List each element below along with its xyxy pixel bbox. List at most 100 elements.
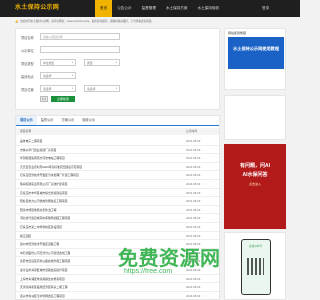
area-label: 建设地点 bbox=[21, 75, 34, 79]
table-row[interactable]: 阳泉市郊区地质灾害防治工程 2024-08-09 bbox=[16, 206, 219, 215]
unit-type-value: 单位类型 bbox=[43, 61, 55, 65]
project-title-link[interactable]: 元氏县农业农村局2024年高标准农田建设示范项目 bbox=[20, 163, 180, 172]
project-title-link[interactable]: 嘉兴市秀洲区污水管网改造工程项目 bbox=[20, 292, 180, 299]
chevron-down-icon: ▾ bbox=[71, 87, 73, 90]
table-row[interactable]: 晶体电子二期项目 2024-08-09 bbox=[16, 137, 219, 146]
sidebar-blank-box bbox=[224, 95, 286, 140]
site-logo[interactable]: 水土保持公示网 bbox=[15, 4, 60, 13]
list-tabs: 项目公示 监督公示 方案公示 验收公示 bbox=[16, 116, 219, 126]
region-label: 项目位置 bbox=[21, 88, 34, 92]
table-row[interactable]: 吉林兴华门窗业新建厂房项目 2024-08-09 bbox=[16, 146, 219, 155]
project-title-link[interactable]: 石家庄经济技术开发区污水处理厂扩建工程项目 bbox=[20, 171, 180, 180]
tutorial-banner[interactable]: 水土保持公示网使用教程 bbox=[228, 37, 284, 69]
project-title-link[interactable]: 吉林兴华门窗业新建厂房项目 bbox=[20, 146, 180, 155]
publish-date: 2024-08-09 bbox=[186, 190, 201, 195]
tutorial-title: 网站使用教程 bbox=[228, 31, 247, 35]
project-name-label: 项目名称 bbox=[21, 36, 34, 40]
reset-button[interactable]: 重置 bbox=[40, 96, 48, 102]
chevron-down-icon: ▾ bbox=[115, 61, 117, 64]
project-title-link[interactable]: 晶体电子二期项目 bbox=[20, 137, 180, 146]
chevron-down-icon: ▾ bbox=[71, 74, 73, 77]
publish-date: 2024-08-09 bbox=[186, 173, 201, 178]
publish-date: 2024-08-09 bbox=[186, 216, 201, 221]
publish-date: 2024-08-09 bbox=[186, 147, 201, 152]
project-title-link[interactable]: 华润能源集团南方河池电站工程项目 bbox=[20, 154, 180, 163]
chevron-down-icon: ▾ bbox=[115, 87, 117, 90]
table-body: 晶体电子二期项目 2024-08-09 吉林兴华门窗业新建厂房项目 2024-08-0… bbox=[16, 137, 219, 299]
nav-item-plans[interactable]: 水土保持方案 bbox=[161, 0, 193, 17]
nav-item-home[interactable]: 首页 bbox=[95, 0, 113, 17]
ai-qa-banner[interactable]: 有问题，问AI AI水保问答 点击进入 bbox=[224, 144, 286, 229]
tab-acceptance-notice[interactable]: 验收公示 bbox=[78, 116, 99, 125]
company-input[interactable] bbox=[40, 46, 120, 53]
ai-qa-headline: 有问题，问AI bbox=[239, 163, 270, 169]
table-header: 项目名称 公示时间 bbox=[16, 128, 219, 135]
table-row[interactable]: 镇江园区 2024-08-09 bbox=[16, 232, 219, 241]
login-link[interactable]: 登录 bbox=[262, 0, 269, 17]
project-title-link[interactable]: 天津滨海新区临港经济区码头二期工程 bbox=[20, 283, 180, 292]
table-row[interactable]: 嘉兴市秀洲区污水管网改造工程项目 2024-08-09 bbox=[16, 292, 219, 299]
city-value: 请选择 bbox=[87, 87, 96, 91]
search-panel: 项目名称 请输入项目名称 公示单位 项目类型 单位类型 ▾ 类型 ▾ 建设地点 请选… bbox=[15, 28, 220, 110]
publish-date: 2024-08-09 bbox=[186, 164, 201, 169]
watermark-text: 免费资源网 bbox=[118, 248, 221, 270]
province-value: 请选择 bbox=[43, 87, 52, 91]
project-title-link[interactable]: 石家庄市第二中学新校区建设项目 bbox=[20, 223, 180, 232]
nav-item-notices[interactable]: 公告公示 bbox=[112, 0, 136, 17]
project-title-link[interactable]: 上海市青浦区朱家角镇生态修复项目 bbox=[20, 275, 180, 284]
publish-date: 2024-08-09 bbox=[186, 139, 201, 143]
table-row[interactable]: 天津滨海新区临港经济区码头二期工程 2024-08-09 bbox=[16, 283, 219, 292]
table-row[interactable]: 上海市青浦区朱家角镇生态修复项目 2024-08-09 bbox=[16, 275, 219, 284]
nav-item-supervision[interactable]: 监督管理 bbox=[137, 0, 161, 17]
publish-date: 2024-08-09 bbox=[186, 285, 201, 290]
ai-qa-subheadline: AI水保问答 bbox=[242, 172, 268, 178]
type-label: 项目类型 bbox=[21, 62, 34, 66]
project-title-link[interactable]: 阳谷县热力公司供热管网改造工程项目 bbox=[20, 197, 180, 206]
tab-project-notice[interactable]: 项目公示 bbox=[16, 116, 37, 125]
table-row[interactable]: 珠海恒通实业有限公司厂房改扩建项目 2024-08-09 bbox=[16, 180, 219, 189]
project-name-input[interactable]: 请输入项目名称 bbox=[40, 33, 120, 40]
project-title-link[interactable]: 河北省行唐县城南水库除险加固工程项目 bbox=[20, 214, 180, 223]
table-row[interactable]: 河北省行唐县城南水库除险加固工程项目 2024-08-09 bbox=[16, 214, 219, 223]
publish-date: 2024-08-09 bbox=[186, 207, 201, 212]
column-date-header: 公示时间 bbox=[186, 129, 198, 133]
ai-qa-cta: 点击进入 bbox=[248, 182, 261, 186]
area-select[interactable]: 请选择 ▾ bbox=[40, 72, 76, 79]
search-button[interactable]: 立即检索 bbox=[51, 96, 75, 102]
notice-bar: 🔔 欢迎访问水土保持公示网，请牢记网址：www.xxxxxxxx.com，如有任… bbox=[15, 19, 285, 25]
publish-date: 2024-08-09 bbox=[186, 293, 201, 298]
table-row[interactable]: 石家庄经济技术开发区污水处理厂扩建工程项目 2024-08-09 bbox=[16, 171, 219, 180]
chevron-down-icon: ▾ bbox=[71, 61, 73, 64]
unit-type-select[interactable]: 单位类型 ▾ bbox=[40, 59, 76, 66]
tab-supervision-notice[interactable]: 监督公示 bbox=[37, 116, 58, 125]
table-row[interactable]: 华润能源集团南方河池电站工程项目 2024-08-09 bbox=[16, 154, 219, 163]
tutorial-box: 网站使用教程 水土保持公示网使用教程 bbox=[224, 28, 286, 90]
project-title-link[interactable]: 珠海恒通实业有限公司厂房改扩建项目 bbox=[20, 180, 180, 189]
area-value: 请选择 bbox=[43, 74, 52, 78]
project-title-link[interactable]: 石家庄市丰华区城市综合管廊建设项目 bbox=[20, 189, 180, 198]
publish-date: 2024-08-09 bbox=[186, 276, 201, 281]
table-row[interactable]: 石家庄市第二中学新校区建设项目 2024-08-09 bbox=[16, 223, 219, 232]
table-row[interactable]: 元氏县农业农村局2024年高标准农田建设示范项目 2024-08-09 bbox=[16, 163, 219, 172]
main-nav: 首页 公告公示 监督管理 水土保持方案 水土保持验收 bbox=[95, 0, 224, 17]
province-select[interactable]: 请选择 ▾ bbox=[40, 85, 76, 92]
nav-item-acceptance[interactable]: 水土保持验收 bbox=[193, 0, 225, 17]
publish-date: 2024-08-09 bbox=[186, 199, 201, 204]
publish-date: 2024-08-09 bbox=[186, 181, 201, 186]
table-row[interactable]: 石家庄市丰华区城市综合管廊建设项目 2024-08-09 bbox=[16, 189, 219, 198]
publish-date: 2024-08-09 bbox=[186, 224, 201, 229]
type-value: 类型 bbox=[87, 61, 93, 65]
top-navbar: 水土保持公示网 首页 公告公示 监督管理 水土保持方案 水土保持验收 登录 bbox=[0, 0, 300, 17]
notice-text: 欢迎访问水土保持公示网，请牢记网址：www.xxxxxxxx.com，如有任何疑… bbox=[20, 20, 154, 23]
bell-icon: 🔔 bbox=[15, 20, 19, 23]
watermark-url: https://free.com bbox=[124, 268, 173, 275]
table-row[interactable]: 阳谷县热力公司供热管网改造工程项目 2024-08-09 bbox=[16, 197, 219, 206]
column-title-header: 项目名称 bbox=[20, 129, 32, 133]
project-title-link[interactable]: 阳泉市郊区地质灾害防治工程 bbox=[20, 206, 180, 215]
tab-plan-notice[interactable]: 方案公示 bbox=[58, 116, 79, 125]
publish-date: 2024-08-09 bbox=[186, 233, 201, 238]
type-select[interactable]: 类型 ▾ bbox=[84, 59, 120, 66]
publish-date: 2024-08-09 bbox=[186, 156, 201, 161]
project-title-link[interactable]: 镇江园区 bbox=[20, 232, 180, 241]
city-select[interactable]: 请选择 ▾ bbox=[84, 85, 120, 92]
